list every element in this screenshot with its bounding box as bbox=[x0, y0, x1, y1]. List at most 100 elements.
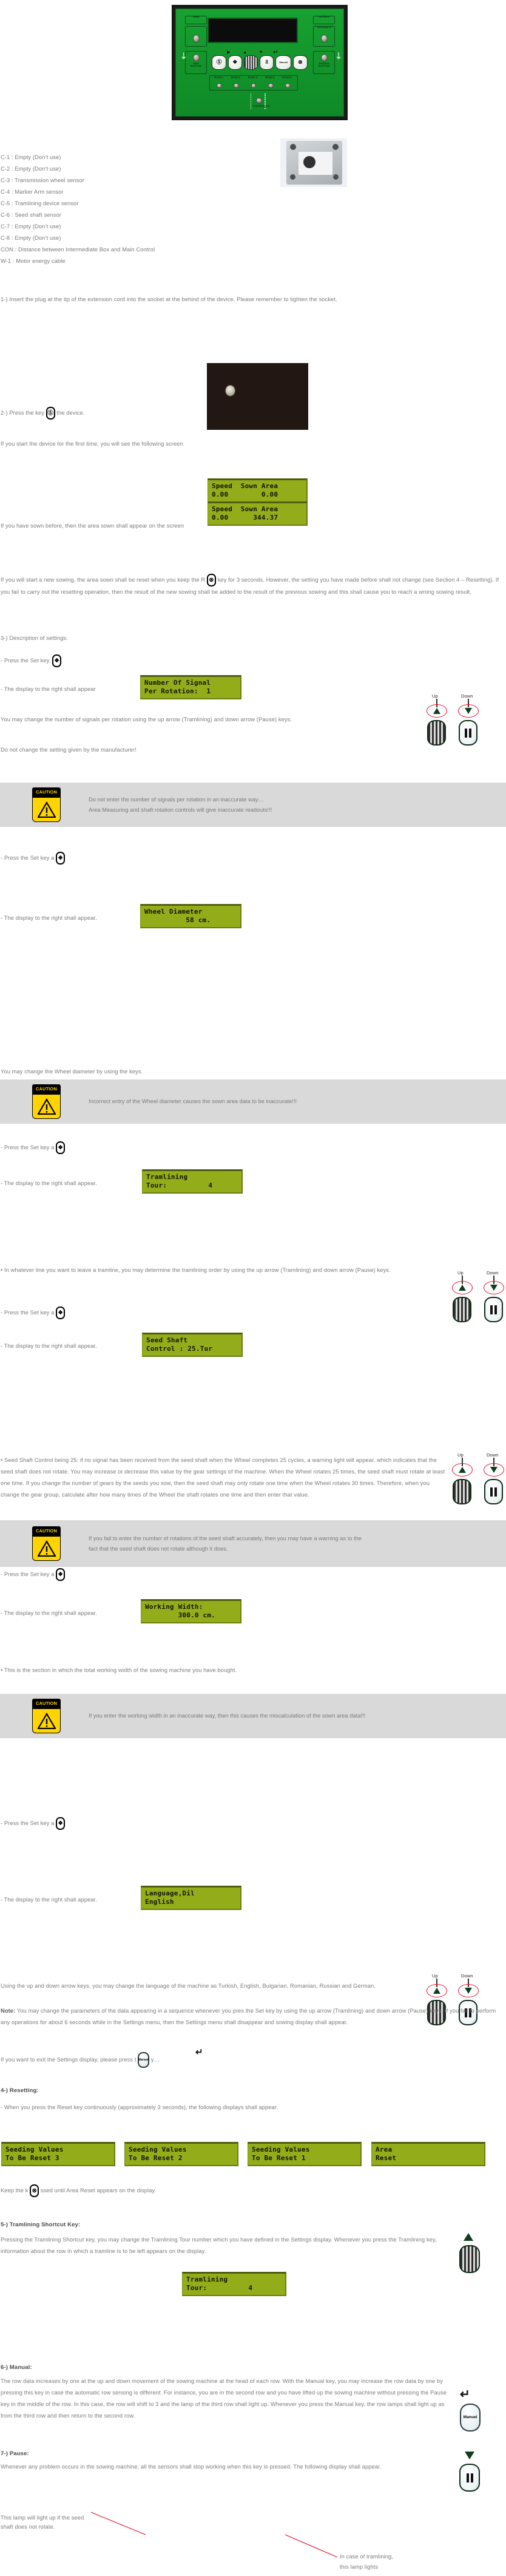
warning-triangle-icon-3 bbox=[37, 1540, 56, 1557]
reset-key-glyph[interactable]: ⊗ bbox=[206, 574, 216, 586]
pause-key-photo-2[interactable] bbox=[484, 1297, 503, 1322]
manual-key-glyph-1[interactable]: Manuel bbox=[138, 2052, 150, 2068]
manual-key[interactable]: Manuel bbox=[275, 55, 292, 70]
press-set-text-2: - Press the Set key a bbox=[1, 854, 55, 861]
seed-lamp-led bbox=[193, 35, 200, 42]
lcd-wheel-diameter: Wheel Diameter 58 cm. bbox=[140, 904, 241, 929]
press-set-text-5: - Press the Set key a bbox=[1, 1571, 55, 1577]
step-3-title: 3-) Description of settings: bbox=[1, 635, 68, 641]
step-2-line: 2-) Press the key Ⓢ the device. bbox=[1, 407, 243, 420]
pause-key-photo-3[interactable] bbox=[484, 1479, 503, 1504]
lcd-areareset-line2: Reset bbox=[376, 2154, 397, 2163]
pause-key-photo-1[interactable] bbox=[459, 720, 477, 746]
display-right-text-5: - The display to the right shall appear. bbox=[1, 1610, 97, 1616]
caution-text-line: fact that the seed shaft does not rotate… bbox=[89, 1545, 228, 1552]
warning-triangle-icon-1 bbox=[37, 801, 56, 818]
lcd-reset-3: Seeding Values To Be Reset 3 bbox=[1, 2142, 115, 2167]
down-arrow-circle-2[interactable] bbox=[484, 1281, 504, 1294]
lcd-wheel-line2: 58 cm. bbox=[144, 916, 211, 925]
up-arrow-circle-3[interactable] bbox=[452, 1463, 473, 1477]
caution-text-line: Do not enter the number of signals per r… bbox=[89, 797, 264, 803]
enter-arrow-icon-exit: ↵ bbox=[195, 2047, 203, 2058]
lcd-lang-line1: Language,Dil bbox=[145, 1889, 195, 1897]
reset-key[interactable]: ⊗ bbox=[293, 55, 308, 70]
power-key[interactable]: Ⓢ bbox=[212, 55, 226, 70]
press-set-text-3: - Press the Set key a bbox=[1, 1144, 55, 1150]
set-key-glyph-2[interactable]: ❖ bbox=[56, 852, 66, 865]
set-key-glyph-4[interactable]: ❖ bbox=[56, 1307, 66, 1319]
manual-page: Seed Seed level low! Fertilizer Tramlini… bbox=[0, 0, 506, 2576]
connector-item: CON.: Distance between Intermediate Box … bbox=[1, 246, 155, 253]
lcd-language: Language,Dil English bbox=[141, 1886, 241, 1911]
tramlining-key-photo-5[interactable] bbox=[459, 2245, 480, 2273]
signals-note: You may change the number of signals per… bbox=[1, 716, 292, 722]
connector-item: C-1 : Empty (Don‘t use) bbox=[1, 154, 61, 160]
up-arrow-circle-2[interactable] bbox=[452, 1281, 473, 1294]
pause-key[interactable]: ‖ bbox=[260, 55, 274, 70]
up-arrow-circle-4[interactable] bbox=[427, 1984, 447, 1997]
row-label-5: ROW-5 bbox=[282, 75, 292, 79]
triangle-down-icon-4 bbox=[465, 1988, 472, 1994]
set-key[interactable]: ❖ bbox=[228, 55, 242, 70]
tramlining-key-photo-3[interactable] bbox=[453, 1479, 471, 1504]
lcd-working-width: Working Width: 300.0 cm. bbox=[141, 1599, 241, 1624]
reset-note: If you will start a new sowing, the area… bbox=[1, 574, 504, 598]
caution-badge-body-4 bbox=[32, 1708, 61, 1733]
lcd-signals-line2: Per Rotation: 1 bbox=[144, 687, 211, 696]
section-5-body: Pressing the Tramlining Shortcut key, yo… bbox=[1, 2237, 437, 2255]
caution-strip-2: CAUTION Incorrect entry of the Wheel dia… bbox=[0, 1079, 506, 1124]
lcd-reset-1: Seeding Values To Be Reset 1 bbox=[248, 2142, 362, 2167]
lcd-reset3-line1: Seeding Values bbox=[5, 2146, 64, 2153]
down-arrow-circle-3[interactable] bbox=[484, 1463, 504, 1477]
press-set-text-6: - Press the Set key a bbox=[1, 1820, 55, 1826]
set-key-glyph-3[interactable]: ❖ bbox=[56, 1141, 66, 1154]
tramlining-key[interactable] bbox=[243, 55, 258, 70]
fertilizer-label: Fertilizer bbox=[319, 15, 330, 19]
section-5-title: 5-) Tramlining Shortcut Key: bbox=[1, 2221, 81, 2228]
intermediate-box-photo bbox=[280, 138, 347, 187]
enter-arrow-icon-6: ↵ bbox=[460, 2388, 470, 2401]
down-arrow-circle-1[interactable] bbox=[458, 704, 479, 718]
socket-connector-icon bbox=[225, 385, 235, 396]
lcd-tramshort-line2: Tour: 4 bbox=[186, 2284, 253, 2292]
manual-key-photo-6[interactable]: Manuel bbox=[460, 2404, 481, 2432]
display-right-line-6: - The display to the right shall appear. bbox=[1, 1894, 140, 1906]
working-width-note: • This is the section in which the total… bbox=[1, 1667, 237, 1673]
lcd-seed-shaft-control: Seed Shaft Control : 25.Tur bbox=[142, 1333, 243, 1358]
pause-bars-icon-7 bbox=[466, 2473, 473, 2483]
socket-photo bbox=[207, 363, 308, 430]
pointer-lines bbox=[90, 2512, 338, 2558]
manufacturer-note: Do not change the setting given by the m… bbox=[1, 747, 137, 753]
general-note: Note: You may change the parameters of t… bbox=[1, 2005, 503, 2028]
step-1-text: 1-) Insert the plug at the tip of the ex… bbox=[1, 296, 337, 302]
lcd-lang-line2: English bbox=[145, 1898, 174, 1906]
lcd-area-reset: Area Reset bbox=[371, 2142, 485, 2167]
tramlining-on-led bbox=[321, 35, 328, 42]
manual-key-cluster-6: ↵ Manuel bbox=[456, 2383, 493, 2444]
panel-lcd-screen bbox=[207, 18, 299, 44]
reset-key-glyph-2[interactable]: ⊗ bbox=[30, 2184, 39, 2197]
up-arrow-circle-1[interactable] bbox=[427, 704, 447, 718]
press-set-text-1: - Press the Set key. bbox=[1, 657, 51, 664]
caution-badge-body-3 bbox=[32, 1536, 61, 1561]
display-right-line-3: - The display to the right shall appear. bbox=[1, 1178, 140, 1189]
down-arrow-circle-4[interactable] bbox=[458, 1984, 479, 1997]
set-key-glyph-1[interactable]: ❖ bbox=[52, 654, 62, 667]
pause-key-photo-7[interactable] bbox=[459, 2464, 480, 2492]
connector-list: C-1 : Empty (Don‘t use) C-2 : Empty (Don… bbox=[1, 152, 255, 267]
keep-pressed-line: Keep the k ⊗ ssed until Area Reset appea… bbox=[1, 2184, 304, 2197]
section-4-title: 4-) Resetting: bbox=[1, 2087, 39, 2094]
warning-triangle-icon-2 bbox=[37, 1098, 56, 1115]
exit-settings-text: If you want to exit the Settings display… bbox=[1, 2056, 137, 2063]
set-key-glyph-5[interactable]: ❖ bbox=[56, 1568, 66, 1581]
tramlining-bottom-led bbox=[255, 98, 262, 103]
tramlining-key-photo-1[interactable] bbox=[427, 720, 446, 746]
connector-item: C-6 : Seed shaft sensor bbox=[1, 212, 61, 219]
language-note: Using the up and down arrow keys, you ma… bbox=[1, 1983, 376, 1989]
power-key-glyph[interactable]: Ⓢ bbox=[46, 407, 55, 420]
general-note-label: Note: bbox=[1, 2008, 16, 2014]
set-key-glyph-6[interactable]: ❖ bbox=[56, 1817, 66, 1830]
keep-pressed-text-b: ssed until Area Reset appears on the dis… bbox=[40, 2187, 157, 2194]
control-panel-photo: Seed Seed level low! Fertilizer Tramlini… bbox=[172, 5, 348, 120]
tramlining-key-photo-2[interactable] bbox=[453, 1297, 471, 1322]
